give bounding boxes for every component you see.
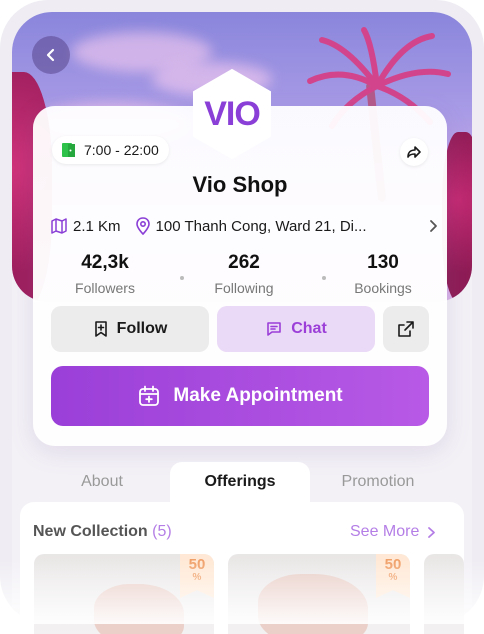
chevron-right-icon (428, 219, 438, 233)
follow-bookmark-icon (94, 321, 107, 337)
product-image (94, 584, 184, 634)
external-link-button[interactable] (383, 306, 429, 352)
separator-dot (322, 276, 326, 280)
open-door-icon (62, 143, 75, 157)
make-appointment-button[interactable]: Make Appointment (51, 366, 429, 426)
follow-label: Follow (116, 320, 168, 337)
collection-count: (5) (152, 523, 172, 540)
stat-bookings[interactable]: 130 Bookings (328, 252, 438, 296)
collection-title: New Collection (33, 523, 148, 540)
stat-following[interactable]: 262 Following (189, 252, 299, 296)
chat-icon (267, 322, 282, 336)
calendar-add-icon (139, 385, 160, 406)
tab-offerings[interactable]: Offerings (170, 462, 310, 502)
stats-row: 42,3k Followers 262 Following 130 Bookin… (50, 252, 438, 302)
collection-item[interactable]: 50 % (228, 554, 410, 634)
product-image (258, 574, 368, 634)
shop-name: Vio Shop (192, 172, 288, 197)
chat-label: Chat (291, 320, 327, 337)
section-title: New Collection (5) (33, 523, 172, 541)
address: 100 Thanh Cong, Ward 21, Di... (155, 217, 367, 235)
discount-badge: 50 % (180, 554, 214, 598)
stat-label: Followers (75, 280, 135, 296)
location-pin-icon (135, 217, 151, 235)
shop-logo: VIO (190, 68, 274, 160)
tab-about[interactable]: About (42, 462, 162, 502)
distance: 2.1 Km (73, 217, 121, 235)
back-icon (46, 48, 55, 62)
collection-item[interactable]: 50 % (34, 554, 214, 634)
stat-value: 262 (228, 252, 260, 273)
tab-label: Offerings (204, 473, 276, 490)
map-icon (50, 217, 68, 235)
tab-label: About (81, 473, 123, 490)
stat-label: Bookings (354, 280, 412, 296)
opening-hours-badge: 7:00 - 22:00 (52, 136, 169, 164)
shop-info-row[interactable]: 2.1 Km 100 Thanh Cong, Ward 21, Di... (50, 215, 438, 237)
external-link-icon (398, 321, 414, 337)
stat-value: 42,3k (81, 252, 129, 273)
discount-unit: % (192, 572, 202, 583)
discount-unit: % (388, 572, 398, 583)
chat-button[interactable]: Chat (217, 306, 375, 352)
chevron-right-icon (428, 526, 436, 538)
stat-followers[interactable]: 42,3k Followers (50, 252, 160, 296)
stat-label: Following (214, 280, 274, 296)
tab-bar: About Offerings Promotion (12, 462, 472, 502)
discount-badge: 50 % (376, 554, 410, 598)
tab-promotion[interactable]: Promotion (318, 462, 438, 502)
collection-item[interactable] (424, 554, 464, 634)
tab-label: Promotion (341, 473, 415, 490)
share-button[interactable] (400, 138, 428, 166)
logo-text: VIO (204, 94, 261, 133)
back-button[interactable] (32, 36, 70, 74)
discount-value: 50 (188, 556, 206, 573)
discount-value: 50 (384, 556, 402, 573)
see-more-link[interactable]: See More (350, 523, 436, 541)
stat-value: 130 (367, 252, 399, 273)
follow-button[interactable]: Follow (51, 306, 209, 352)
see-more-label: See More (350, 523, 420, 540)
opening-hours: 7:00 - 22:00 (84, 142, 159, 158)
separator-dot (180, 276, 184, 280)
make-appointment-label: Make Appointment (173, 385, 343, 406)
share-icon (407, 146, 421, 158)
